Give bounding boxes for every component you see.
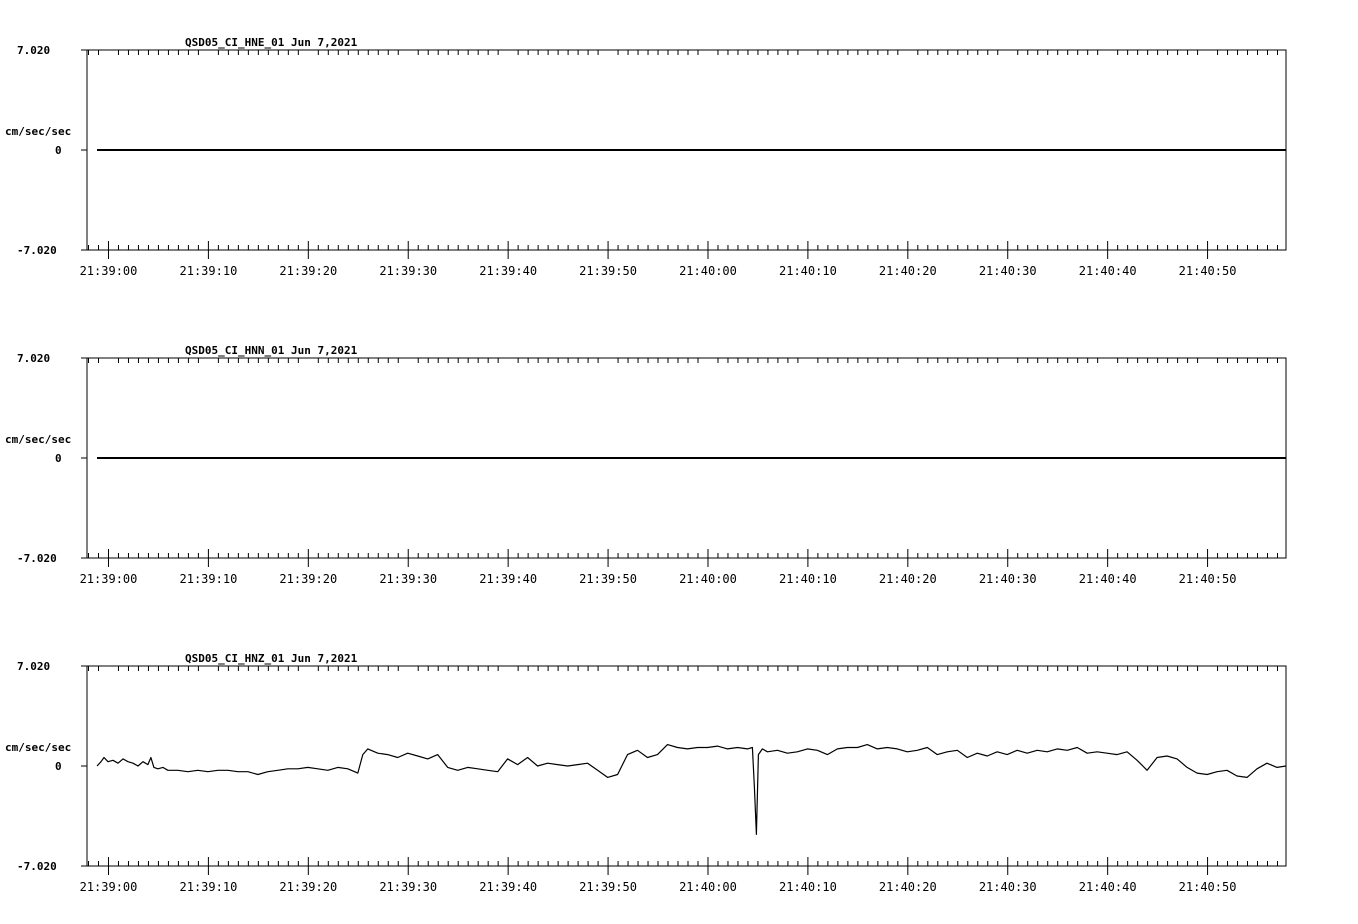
x-tick-label: 21:40:40 [1079, 572, 1137, 586]
x-tick-label: 21:40:20 [879, 264, 937, 278]
x-tick-label: 21:40:30 [979, 264, 1037, 278]
x-tick-label: 21:40:10 [779, 572, 837, 586]
y-axis-label: cm/sec/sec [5, 741, 71, 754]
x-tick-label: 21:40:10 [779, 264, 837, 278]
x-tick-label: 21:39:30 [379, 880, 437, 894]
x-tick-label: 21:39:50 [579, 264, 637, 278]
x-tick-label: 21:40:20 [879, 572, 937, 586]
x-tick-label: 21:39:20 [279, 264, 337, 278]
x-tick-label: 21:39:40 [479, 264, 537, 278]
x-tick-label: 21:39:30 [379, 264, 437, 278]
x-tick-label: 21:39:10 [180, 572, 238, 586]
y-tick-label: 7.020 [17, 44, 50, 57]
y-tick-label: 7.020 [17, 660, 50, 673]
panel-2: QSD05_CI_HNZ_01 Jun 7,2021 cm/sec/sec 7.02… [5, 652, 1287, 894]
x-tick-label: 21:39:10 [180, 264, 238, 278]
x-tick-label: 21:39:50 [579, 572, 637, 586]
y-tick-label: -7.020 [17, 244, 57, 257]
x-tick-label: 21:40:00 [679, 880, 737, 894]
x-tick-label: 21:39:30 [379, 572, 437, 586]
x-tick-label: 21:39:20 [279, 880, 337, 894]
chart-title: QSD05_CI_HNZ_01 Jun 7,2021 [185, 652, 358, 665]
x-tick-label: 21:40:20 [879, 880, 937, 894]
chart-title: QSD05_CI_HNE_01 Jun 7,2021 [185, 36, 358, 49]
y-tick-label: 0 [55, 144, 62, 157]
y-tick-label: 7.020 [17, 352, 50, 365]
x-tick-label: 21:39:20 [279, 572, 337, 586]
panel-1: QSD05_CI_HNN_01 Jun 7,2021 cm/sec/sec 7.02… [5, 344, 1287, 586]
x-tick-label: 21:40:10 [779, 880, 837, 894]
x-tick-label: 21:39:10 [180, 880, 238, 894]
plot-frame [86, 665, 1287, 867]
x-tick-label: 21:39:00 [80, 264, 138, 278]
y-tick-label: 0 [55, 452, 62, 465]
x-tick-label: 21:40:50 [1179, 572, 1237, 586]
x-tick-label: 21:39:40 [479, 880, 537, 894]
x-tick-label: 21:40:50 [1179, 880, 1237, 894]
seismogram-figure: QSD05_CI_HNE_01 Jun 7,2021 cm/sec/sec 7.02… [5, 36, 1287, 894]
x-tick-label: 21:39:50 [579, 880, 637, 894]
x-tick-label: 21:39:00 [80, 572, 138, 586]
y-tick-label: 0 [55, 760, 62, 773]
y-axis-label: cm/sec/sec [5, 433, 71, 446]
x-tick-label: 21:39:00 [80, 880, 138, 894]
x-tick-label: 21:40:00 [679, 572, 737, 586]
x-tick-label: 21:40:40 [1079, 880, 1137, 894]
x-tick-label: 21:39:40 [479, 572, 537, 586]
x-tick-label: 21:40:30 [979, 880, 1037, 894]
y-axis-label: cm/sec/sec [5, 125, 71, 138]
panel-0: QSD05_CI_HNE_01 Jun 7,2021 cm/sec/sec 7.02… [5, 36, 1287, 278]
chart-title: QSD05_CI_HNN_01 Jun 7,2021 [185, 344, 358, 357]
x-tick-label: 21:40:50 [1179, 264, 1237, 278]
y-tick-label: -7.020 [17, 552, 57, 565]
x-tick-label: 21:40:30 [979, 572, 1037, 586]
x-tick-label: 21:40:40 [1079, 264, 1137, 278]
y-tick-label: -7.020 [17, 860, 57, 873]
x-tick-label: 21:40:00 [679, 264, 737, 278]
